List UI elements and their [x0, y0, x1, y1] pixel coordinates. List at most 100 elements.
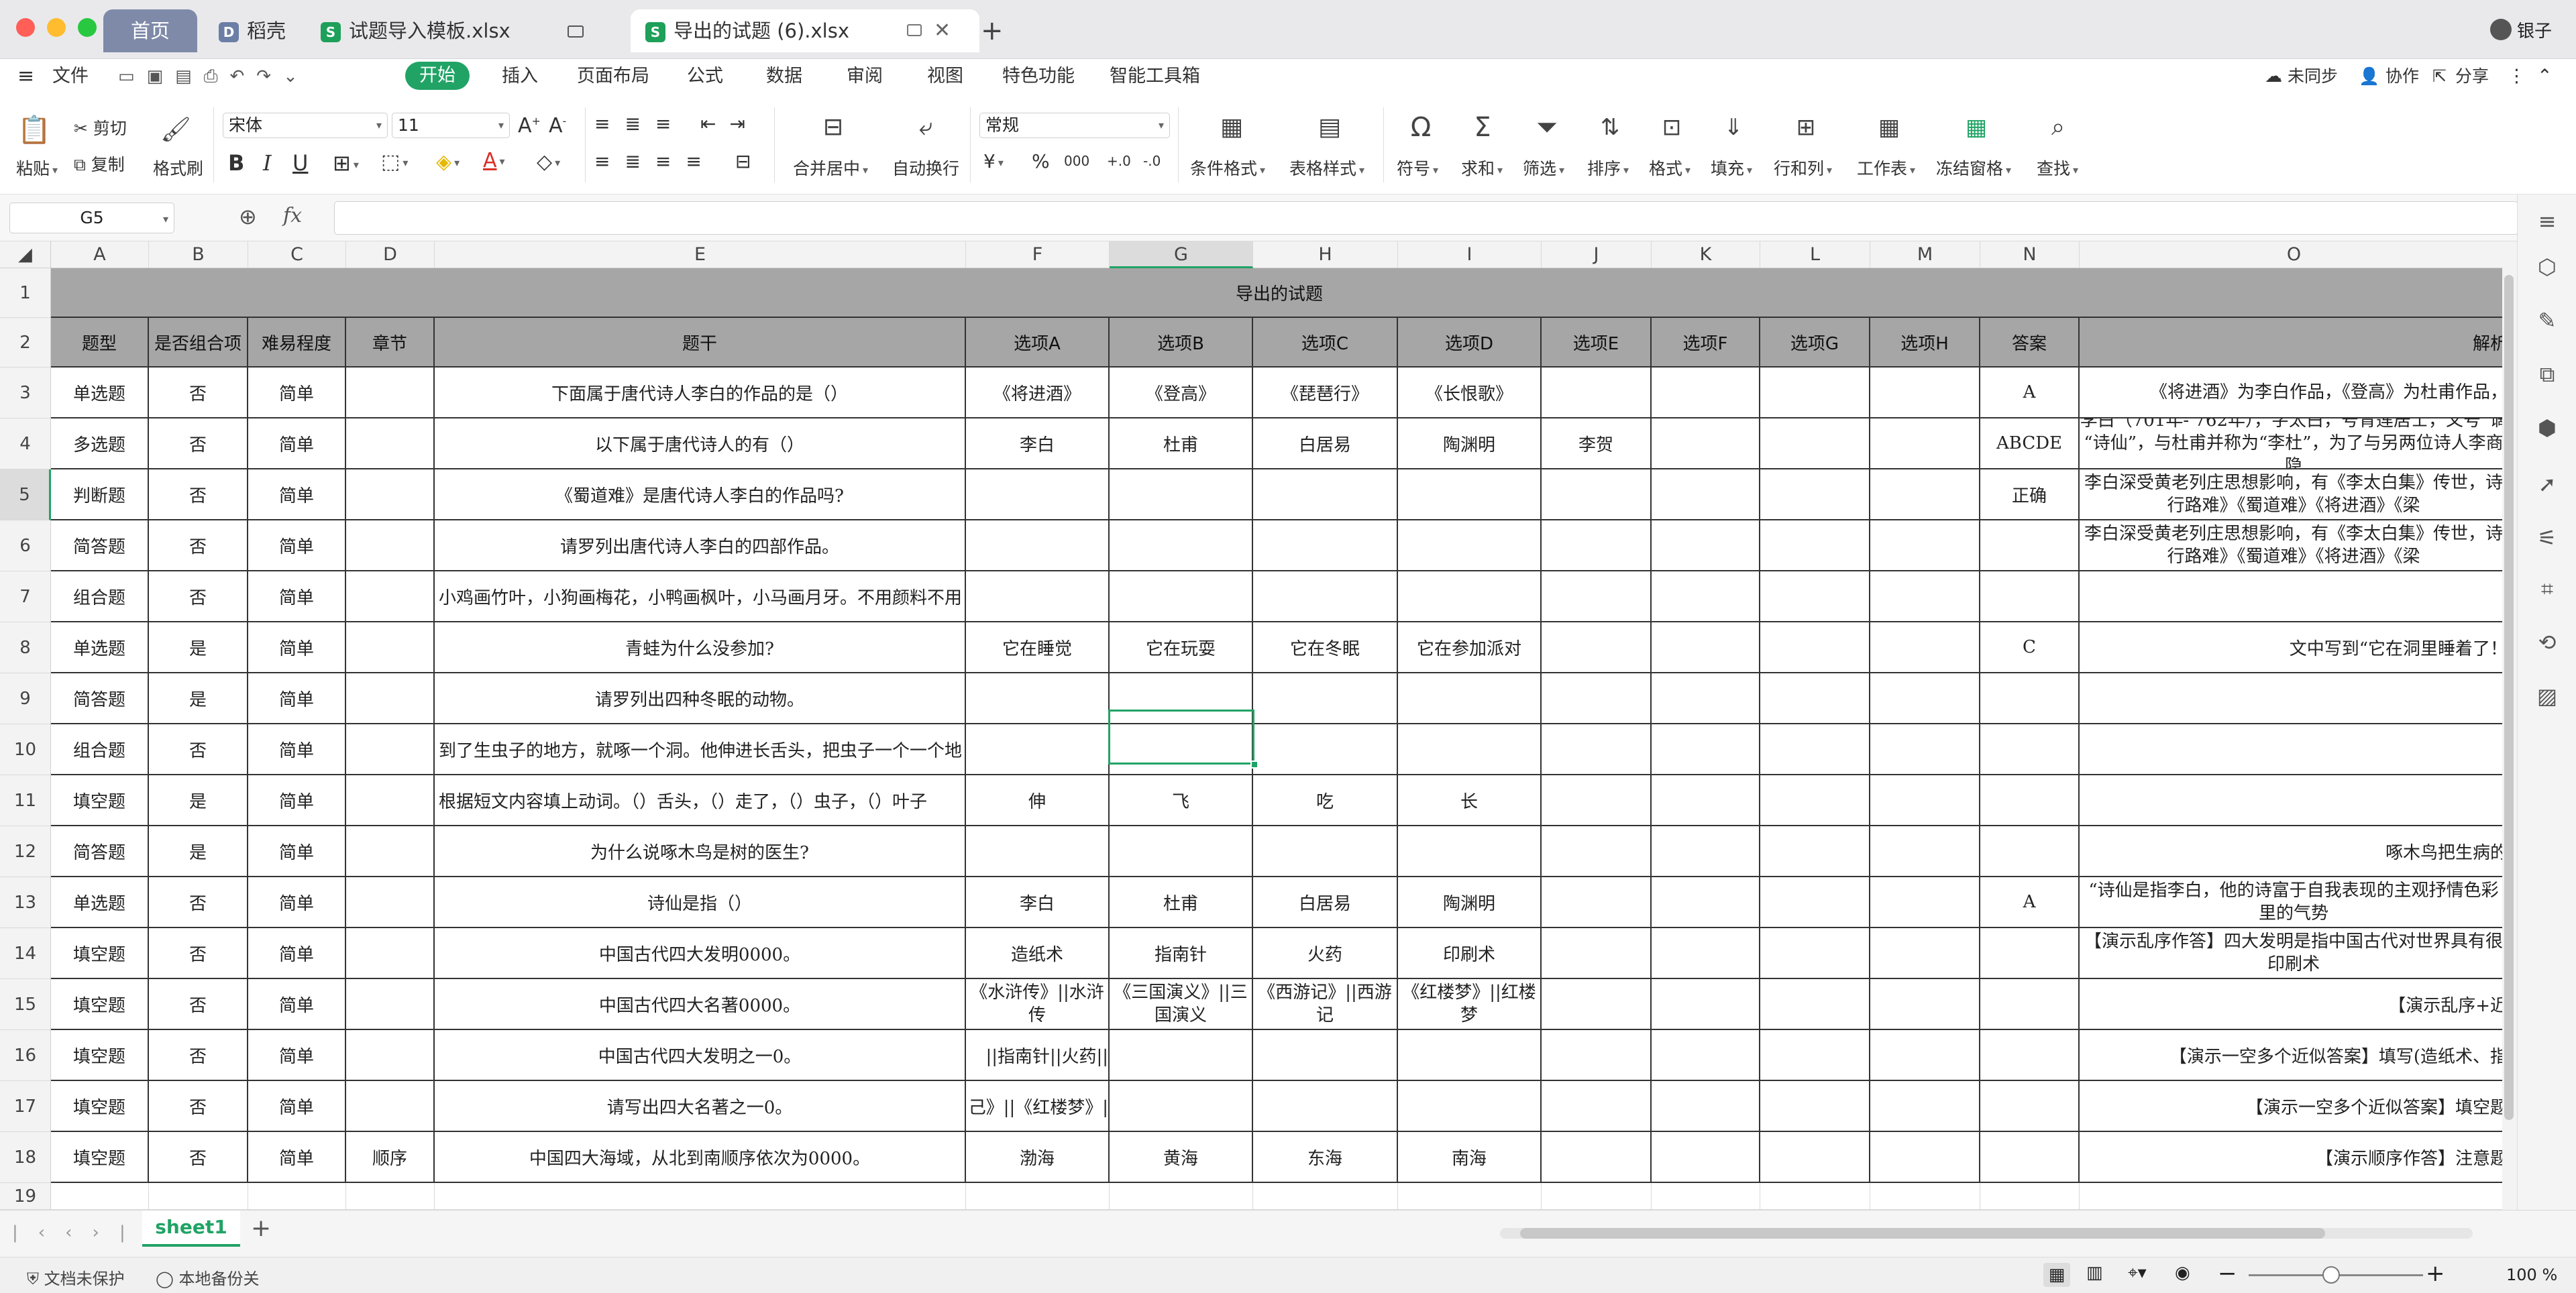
cell-A7[interactable]: 组合题 [51, 571, 149, 622]
cell-N12[interactable] [1980, 826, 2080, 877]
cell-M12[interactable] [1870, 826, 1980, 877]
cell-L4[interactable] [1760, 418, 1870, 469]
menu-page-layout[interactable]: 页面布局 [577, 64, 649, 89]
cell-F17[interactable]: 己》||《红楼梦》| [966, 1081, 1110, 1132]
cell-L13[interactable] [1760, 877, 1870, 928]
header-cell-G[interactable]: 选项B [1110, 318, 1253, 368]
cell-D12[interactable] [346, 826, 435, 877]
sum-button[interactable]: 求和 ▾ [1461, 156, 1503, 180]
omega-icon[interactable]: Ω [1405, 111, 1437, 144]
cell-C3[interactable]: 简单 [248, 368, 346, 418]
cell-A15[interactable]: 填空题 [51, 979, 149, 1030]
selected-cell-highlight[interactable] [1108, 710, 1254, 765]
panel-toggle-icon[interactable]: ≡ [2532, 207, 2562, 236]
cell-J5[interactable] [1542, 469, 1652, 520]
wrap-text-icon[interactable]: ⤶ [907, 111, 945, 144]
cell-C6[interactable]: 简单 [248, 520, 346, 571]
header-cell-F[interactable]: 选项A [966, 318, 1110, 368]
cell-G16[interactable] [1110, 1030, 1253, 1081]
cell-D5[interactable] [346, 469, 435, 520]
sigma-icon[interactable]: Σ [1466, 111, 1499, 144]
cell-M10[interactable] [1870, 724, 1980, 775]
row-header-13[interactable]: 13 [0, 877, 51, 928]
zoom-slider[interactable] [2249, 1266, 2423, 1284]
cell-D6[interactable] [346, 520, 435, 571]
cell-J9[interactable] [1542, 673, 1652, 724]
percent-icon[interactable]: % [1032, 150, 1050, 172]
crop-icon[interactable]: ⌗ [2532, 574, 2562, 604]
column-header-M[interactable]: M [1870, 241, 1980, 268]
cell-K11[interactable] [1652, 775, 1760, 826]
cell-I6[interactable] [1398, 520, 1542, 571]
cell-M11[interactable] [1870, 775, 1980, 826]
reading-mode-icon[interactable]: ◉ [2175, 1263, 2190, 1283]
conditional-format-button[interactable]: 条件格式 ▾ [1190, 156, 1265, 180]
cell-E7[interactable]: 小鸡画竹叶，小狗画梅花，小鸭画枫叶，小马画月牙。不用颜料不用 [435, 571, 966, 622]
cell-F11[interactable]: 伸 [966, 775, 1110, 826]
cell-E14[interactable]: 中国古代四大发明0000。 [435, 928, 966, 979]
sort-icon[interactable]: ⇅ [1594, 111, 1626, 144]
table-style-icon[interactable]: ▤ [1311, 111, 1348, 144]
pen-icon[interactable]: ✎ [2532, 306, 2562, 335]
cell-G11[interactable]: 飞 [1110, 775, 1253, 826]
cell-E13[interactable]: 诗仙是指（） [435, 877, 966, 928]
cell-L15[interactable] [1760, 979, 1870, 1030]
menu-formula[interactable]: 公式 [687, 64, 723, 89]
cell-C10[interactable]: 简单 [248, 724, 346, 775]
cell-L7[interactable] [1760, 571, 1870, 622]
copy-panel-icon[interactable]: ⧉ [2532, 359, 2562, 389]
cell-O6[interactable]: 李白深受黄老列庄思想影响，有《李太白集》传世，诗 行路难》《蜀道难》《将进酒》《… [2080, 520, 2502, 571]
font-color-icon[interactable]: A ▾ [483, 149, 505, 172]
row-header-4[interactable]: 4 [0, 418, 51, 469]
sheet-nav-arrows[interactable]: |‹‹›| [12, 1223, 146, 1243]
cell-C13[interactable]: 简单 [248, 877, 346, 928]
cell-N17[interactable] [1980, 1081, 2080, 1132]
cell-G4[interactable]: 杜甫 [1110, 418, 1253, 469]
column-header-O[interactable]: O [2080, 241, 2502, 268]
cell-L9[interactable] [1760, 673, 1870, 724]
cell-L10[interactable] [1760, 724, 1870, 775]
cell-D16[interactable] [346, 1030, 435, 1081]
cell-O4[interactable]: 李白（701年- 762年），字太白，号青莲居士，又号“谪 “诗仙”，与杜甫并称… [2080, 418, 2502, 469]
cell-F9[interactable] [966, 673, 1110, 724]
cell-M3[interactable] [1870, 368, 1980, 418]
cell-N4[interactable]: ABCDE [1980, 418, 2080, 469]
row-header-3[interactable]: 3 [0, 368, 51, 418]
cell-F19[interactable] [966, 1183, 1110, 1210]
cell-O19[interactable] [2080, 1183, 2502, 1210]
bold-icon[interactable]: B [228, 150, 244, 176]
select-all-corner[interactable]: ◢ [0, 241, 51, 268]
cell-K14[interactable] [1652, 928, 1760, 979]
cell-D8[interactable] [346, 622, 435, 673]
header-cell-N[interactable]: 答案 [1980, 318, 2080, 368]
cell-N9[interactable] [1980, 673, 2080, 724]
cell-H10[interactable] [1253, 724, 1398, 775]
brush-icon[interactable]: 🖌 [160, 114, 192, 146]
cell-J4[interactable]: 李贺 [1542, 418, 1652, 469]
cell-K16[interactable] [1652, 1030, 1760, 1081]
cell-J18[interactable] [1542, 1132, 1652, 1183]
fill-handle[interactable] [1250, 761, 1258, 769]
fill-color-icon[interactable]: ◈ ▾ [436, 150, 460, 174]
cell-M13[interactable] [1870, 877, 1980, 928]
find-button[interactable]: 查找 ▾ [2037, 156, 2078, 180]
cell-K18[interactable] [1652, 1132, 1760, 1183]
cell-C18[interactable]: 简单 [248, 1132, 346, 1183]
row-header-18[interactable]: 18 [0, 1132, 51, 1183]
fill-button[interactable]: 填充 ▾ [1711, 156, 1752, 180]
cell-N5[interactable]: 正确 [1980, 469, 2080, 520]
thousand-separator-icon[interactable]: 000 [1064, 153, 1089, 169]
row-col-icon[interactable]: ⊞ [1790, 111, 1822, 144]
underline-icon[interactable]: U [292, 150, 308, 176]
cell-D9[interactable] [346, 673, 435, 724]
cell-H16[interactable] [1253, 1030, 1398, 1081]
cell-E8[interactable]: 青蛙为什么没参加? [435, 622, 966, 673]
cell-C19[interactable] [248, 1183, 346, 1210]
cell-G17[interactable] [1110, 1081, 1253, 1132]
cell-H14[interactable]: 火药 [1253, 928, 1398, 979]
cell-I3[interactable]: 《长恨歌》 [1398, 368, 1542, 418]
cell-E19[interactable] [435, 1183, 966, 1210]
cell-A9[interactable]: 简答题 [51, 673, 149, 724]
zoom-out-icon[interactable]: − [2218, 1260, 2237, 1287]
sliders-icon[interactable]: ⚟ [2532, 523, 2562, 553]
